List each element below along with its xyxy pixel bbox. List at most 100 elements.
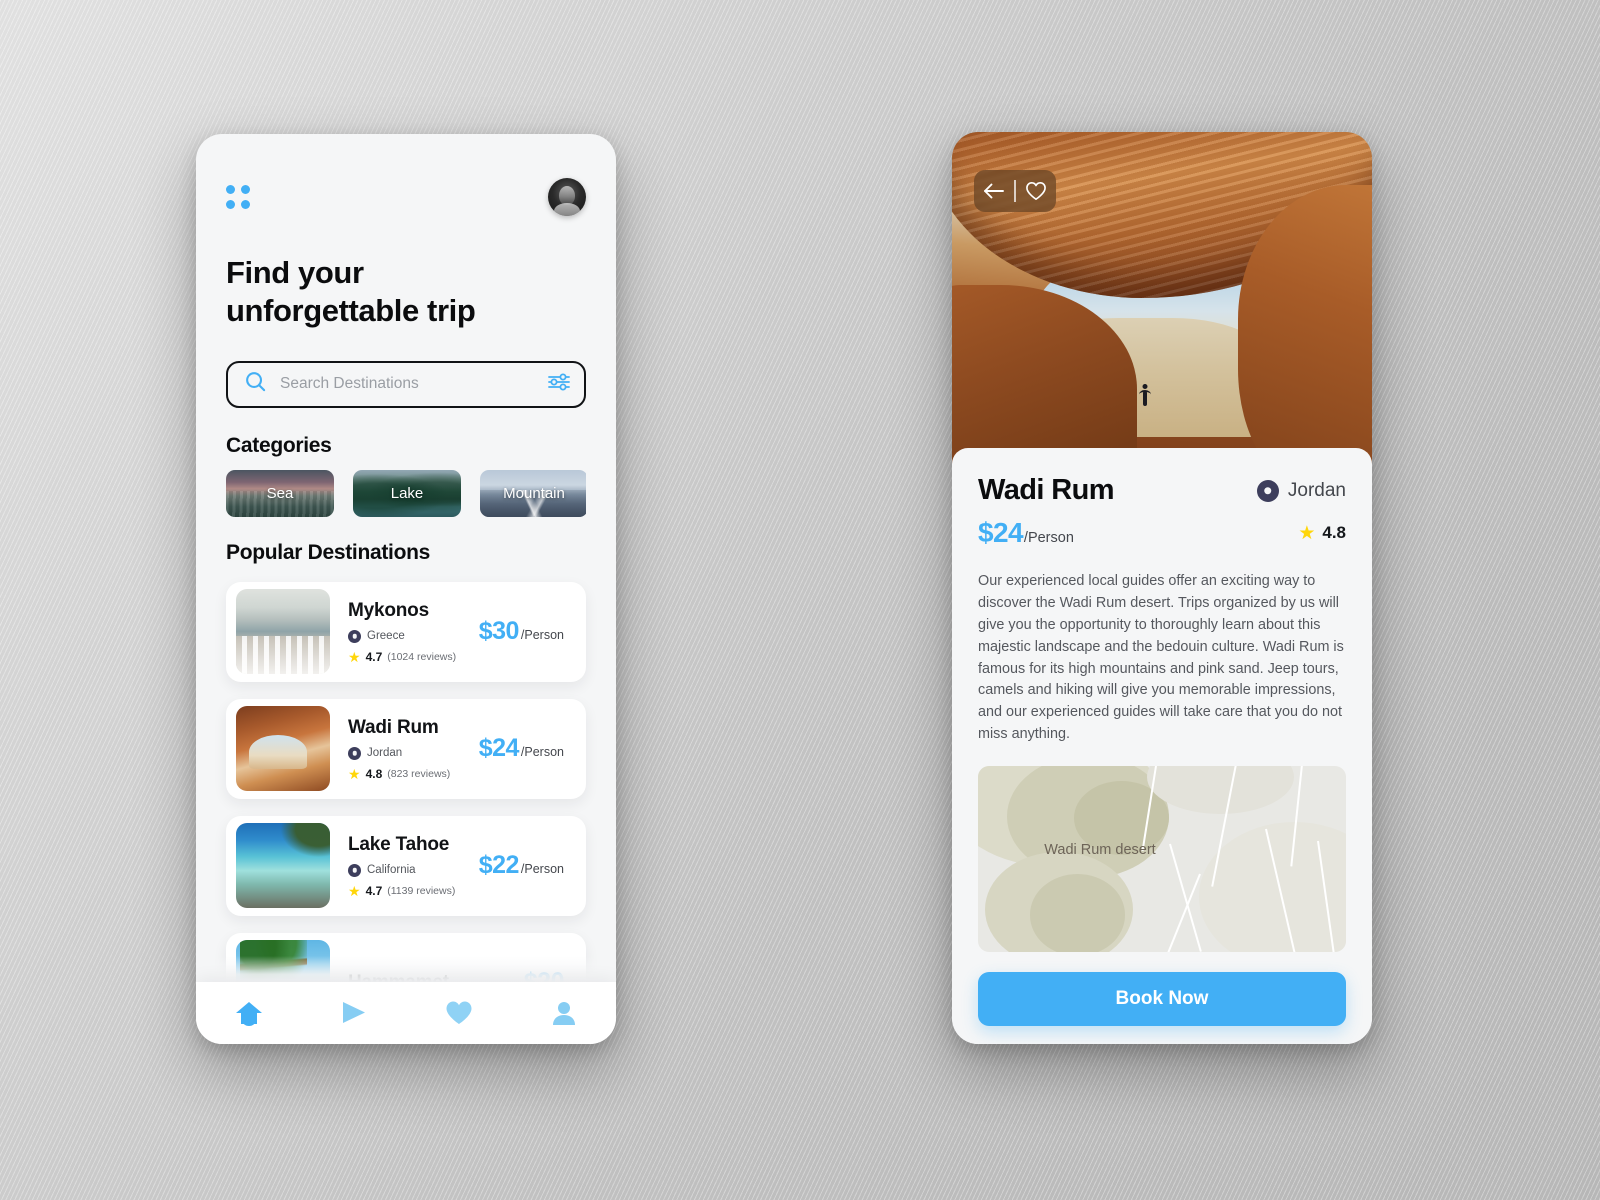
destination-info: Mykonos Greece ★ 4.7 (1024 reviews): [330, 600, 479, 664]
destination-name: Mykonos: [348, 599, 429, 621]
page-title: Find your unforgettable trip: [226, 254, 586, 331]
destination-location: Jordan: [348, 746, 479, 760]
detail-rating: ★ 4.8: [1298, 523, 1346, 543]
nav-item-home[interactable]: [225, 993, 273, 1033]
profile-person-icon: [552, 1002, 575, 1025]
destination-rating: ★ 4.8 (823 reviews): [348, 767, 479, 781]
phone-screen-detail: Wadi Rum Jordan $24 /Person ★ 4.8 Our ex…: [952, 132, 1372, 1044]
home-icon: [235, 1002, 262, 1026]
destinations-list: Mykonos Greece ★ 4.7 (1024 reviews) $30: [226, 581, 586, 1033]
rating-value: 4.8: [365, 766, 383, 781]
destination-location: California: [348, 863, 479, 877]
category-label: Lake: [390, 484, 424, 502]
favorite-button[interactable]: [1016, 170, 1056, 212]
rating-value: 4.7: [365, 649, 383, 664]
filter-sliders-icon[interactable]: [548, 373, 570, 396]
category-card-mountain[interactable]: Mountain: [480, 469, 586, 517]
detail-description: Our experienced local guides offer an ex…: [978, 573, 1344, 743]
star-icon: ★: [348, 882, 361, 899]
hero-person-silhouette: [1138, 384, 1151, 408]
heart-icon: [446, 1001, 471, 1024]
destination-thumbnail: [236, 589, 330, 675]
popular-destinations-title: Popular Destinations: [226, 540, 431, 564]
destination-row-lake-tahoe[interactable]: Lake Tahoe California ★ 4.7 (1139 review…: [226, 815, 586, 916]
detail-price-row: $24 /Person ★ 4.8: [978, 517, 1346, 549]
destination-location: Greece: [348, 629, 479, 643]
destination-name: Lake Tahoe: [348, 833, 450, 855]
star-icon: ★: [348, 648, 361, 665]
price-amount: $24: [478, 734, 520, 763]
price-amount: $30: [478, 617, 520, 646]
star-icon: ★: [348, 765, 361, 782]
destination-rating: ★ 4.7 (1139 reviews): [348, 884, 479, 898]
price-unit: /Person: [520, 745, 564, 760]
hero-action-bar: [974, 170, 1056, 212]
back-arrow-icon: [984, 183, 1005, 199]
detail-title: Wadi Rum: [978, 474, 1115, 506]
grid-menu-icon[interactable]: [226, 185, 250, 209]
category-card-sea[interactable]: Sea: [226, 469, 334, 517]
destination-row-wadi-rum[interactable]: Wadi Rum Jordan ★ 4.8 (823 reviews) $24: [226, 698, 586, 799]
destination-price: $24 /Person: [479, 734, 576, 763]
page-title-line1: Find your: [226, 255, 364, 290]
destination-name: Wadi Rum: [348, 716, 439, 738]
search-input[interactable]: [267, 375, 548, 394]
location-pin-icon: [348, 629, 361, 643]
map-terrain-blob: [1147, 766, 1295, 815]
page-title-line2: unforgettable trip: [226, 293, 476, 329]
send-paper-plane-icon: [342, 1002, 365, 1023]
search-bar[interactable]: [226, 360, 586, 408]
nav-item-favorites[interactable]: [435, 993, 483, 1033]
detail-country: Jordan: [1287, 479, 1346, 501]
home-content: Find your unforgettable trip Search Dest…: [196, 254, 616, 1033]
price-unit: /Person: [520, 628, 564, 643]
destination-price: $30 /Person: [479, 617, 576, 646]
destination-info: Wadi Rum Jordan ★ 4.8 (823 reviews): [330, 717, 479, 781]
detail-header-row: Wadi Rum Jordan: [978, 474, 1346, 507]
destination-info: Lake Tahoe California ★ 4.7 (1139 review…: [330, 834, 479, 898]
category-card-lake[interactable]: Lake: [353, 469, 461, 517]
heart-outline-icon: [1025, 182, 1046, 200]
price-unit: /Person: [1023, 530, 1074, 546]
price-amount: $24: [978, 517, 1024, 548]
destination-row-mykonos[interactable]: Mykonos Greece ★ 4.7 (1024 reviews) $30: [226, 581, 586, 682]
search-icon: [244, 370, 267, 398]
destination-price: $22 /Person: [479, 851, 576, 880]
categories-title: Categories: [226, 433, 332, 457]
price-amount: $22: [478, 851, 520, 880]
back-button[interactable]: [974, 170, 1014, 212]
destination-detail-sheet: Wadi Rum Jordan $24 /Person ★ 4.8 Our ex…: [952, 448, 1372, 1044]
nav-item-profile[interactable]: [540, 993, 588, 1033]
destination-country: Jordan: [367, 747, 403, 760]
review-count: (1024 reviews): [387, 650, 457, 663]
book-now-button[interactable]: Book Now: [978, 972, 1346, 1027]
price-unit: /Person: [520, 862, 564, 877]
destination-hero-image: [952, 132, 1372, 464]
map-terrain-blob: [1029, 874, 1126, 953]
destination-thumbnail: [236, 823, 330, 909]
home-topbar: [196, 134, 616, 216]
review-count: (1139 reviews): [387, 884, 456, 897]
destination-country: California: [367, 864, 416, 877]
star-icon: ★: [1298, 522, 1316, 544]
detail-location: Jordan: [1256, 479, 1346, 502]
rating-value: 4.8: [1322, 523, 1346, 542]
category-label: Mountain: [503, 484, 565, 502]
nav-item-explore[interactable]: [330, 993, 378, 1033]
location-pin-icon: [1256, 479, 1279, 502]
canvas: Find your unforgettable trip Search Dest…: [0, 0, 1600, 1200]
destination-country: Greece: [367, 630, 405, 643]
category-label: Sea: [266, 484, 294, 502]
phone-screen-home: Find your unforgettable trip Search Dest…: [196, 134, 616, 1044]
categories-scroller[interactable]: Sea Lake Mountain: [226, 469, 586, 517]
user-avatar[interactable]: [548, 178, 586, 216]
map-place-label: Wadi Rum desert: [1044, 842, 1156, 859]
review-count: (823 reviews): [387, 767, 451, 780]
destination-rating: ★ 4.7 (1024 reviews): [348, 650, 479, 664]
destination-thumbnail: [236, 706, 330, 792]
location-map[interactable]: Wadi Rum desert: [978, 766, 1346, 953]
location-pin-icon: [348, 863, 361, 877]
location-pin-icon: [348, 746, 361, 760]
bottom-navigation: [196, 982, 616, 1044]
detail-price: $24 /Person: [978, 517, 1074, 549]
